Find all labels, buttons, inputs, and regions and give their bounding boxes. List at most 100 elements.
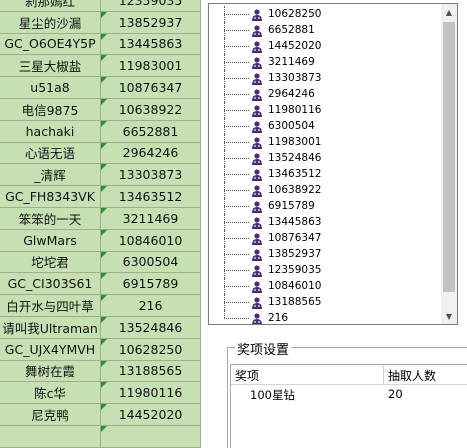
cell-name[interactable]: GC_CI303S61 xyxy=(0,273,101,295)
table-row[interactable]: 刹那嫣红 12359035 xyxy=(0,0,201,12)
cell-name[interactable]: 舞树在霞 xyxy=(0,360,101,382)
cell-number[interactable]: 13852937 xyxy=(101,11,201,33)
tree-item[interactable]: 11980116 xyxy=(209,102,441,118)
cell-name[interactable]: 陈c华 xyxy=(0,382,101,404)
cell-number[interactable]: 13524846 xyxy=(101,317,201,338)
person-icon xyxy=(250,199,264,214)
column-header-count[interactable]: 抽取人数 xyxy=(384,365,467,385)
tree-item[interactable]: 13303873 xyxy=(209,70,441,86)
prize-table[interactable]: 奖项 抽取人数 100星钻 20 xyxy=(230,364,467,448)
table-row[interactable]: 坨坨君 6300504 xyxy=(0,251,201,274)
cell-number[interactable]: 12359035 xyxy=(101,0,201,11)
cell-number[interactable]: 10846010 xyxy=(101,229,201,251)
person-icon xyxy=(250,103,264,118)
tree-item[interactable]: 6915789 xyxy=(209,198,441,214)
table-row[interactable]: 舞树在霞 13188565 xyxy=(0,360,201,383)
table-row[interactable]: 白开水与四叶草 216 xyxy=(0,295,201,317)
table-row[interactable]: 电信9875 10638922 xyxy=(0,99,201,121)
cell-name[interactable]: 坨坨君 xyxy=(0,251,101,273)
cell-number[interactable]: 6915789 xyxy=(101,273,201,295)
table-row[interactable]: 请叫我Ultraman 13524846 xyxy=(0,317,201,339)
tree-item[interactable]: 11983001 xyxy=(209,134,441,150)
cell-name[interactable]: 刹那嫣红 xyxy=(0,0,101,11)
tree-list[interactable]: 10628250 6652881 14452020 3211469 13303873 29… xyxy=(208,3,458,325)
tree-item-label: 13303873 xyxy=(268,72,322,84)
table-row[interactable]: hachaki 6652881 xyxy=(0,120,201,143)
cell-name[interactable]: GC_O6OE4Y5P xyxy=(0,33,101,55)
cell-name[interactable]: 白开水与四叶草 xyxy=(0,295,101,316)
sheet-divider xyxy=(201,0,208,448)
person-icon xyxy=(250,135,264,150)
tree-item[interactable]: 13463512 xyxy=(209,166,441,182)
tree-item[interactable]: 10638922 xyxy=(209,182,441,198)
tree-item-label: 12359035 xyxy=(268,264,322,276)
cell-name[interactable]: 电信9875 xyxy=(0,99,101,120)
table-row[interactable]: 星尘的沙漏 13852937 xyxy=(0,11,201,34)
scroll-down-button[interactable]: ▼ xyxy=(441,308,457,324)
cell-name[interactable]: 笨笨的一天 xyxy=(0,208,101,229)
tree-item[interactable]: 10876347 xyxy=(209,230,441,246)
table-row[interactable]: 三星大椒盐 11983001 xyxy=(0,55,201,78)
tree-item[interactable]: 2964246 xyxy=(209,86,441,102)
cell-name[interactable]: u51a8 xyxy=(0,77,101,98)
cell-number[interactable]: 13445863 xyxy=(101,33,201,55)
tree-item[interactable]: 10846010 xyxy=(209,278,441,294)
cell-name[interactable]: 三星大椒盐 xyxy=(0,55,101,77)
table-row[interactable]: 尼克鸭 14452020 xyxy=(0,404,201,426)
tree-item[interactable]: 14452020 xyxy=(209,38,441,54)
person-icon xyxy=(250,119,264,134)
table-row[interactable]: u51a8 10876347 xyxy=(0,77,201,99)
cell-name[interactable]: 星尘的沙漏 xyxy=(0,11,101,33)
table-row[interactable]: _清辉 13303873 xyxy=(0,164,201,187)
cell-number[interactable]: 10628250 xyxy=(101,338,201,360)
cell-number[interactable]: 216 xyxy=(101,295,201,316)
tree-item[interactable]: 13188565 xyxy=(209,294,441,310)
table-row[interactable]: 心语无语 2964246 xyxy=(0,142,201,165)
cell-number[interactable]: 13463512 xyxy=(101,186,201,207)
table-row[interactable]: 陈c华 11980116 xyxy=(0,382,201,405)
cell-number[interactable]: 3211469 xyxy=(101,208,201,229)
cell-number[interactable]: 10876347 xyxy=(101,77,201,98)
tree-item[interactable]: 10628250 xyxy=(209,6,441,22)
table-row[interactable]: GC_FH8343VK 13463512 xyxy=(0,186,201,208)
table-row[interactable]: GC_CI303S61 6915789 xyxy=(0,273,201,296)
tree-item[interactable]: 216 xyxy=(209,310,441,324)
cell-number[interactable]: 6652881 xyxy=(101,120,201,142)
cell-name[interactable]: GC_UJX4YMVH xyxy=(0,338,101,360)
table-row[interactable]: GC_UJX4YMVH 10628250 xyxy=(0,338,201,361)
scrollbar-thumb[interactable] xyxy=(443,22,455,292)
cell-name[interactable]: _清辉 xyxy=(0,164,101,186)
table-row[interactable]: 笨笨的一天 3211469 xyxy=(0,208,201,230)
cell-name[interactable]: 尼克鸭 xyxy=(0,404,101,425)
cell-name[interactable]: hachaki xyxy=(0,120,101,142)
table-row[interactable]: GlwMars 10846010 xyxy=(0,229,201,252)
prize-row[interactable]: 100星钻 20 xyxy=(231,387,467,405)
cell-name[interactable]: 心语无语 xyxy=(0,142,101,164)
column-header-prize[interactable]: 奖项 xyxy=(231,365,384,385)
person-icon xyxy=(250,279,264,294)
cell-number[interactable]: 11980116 xyxy=(101,382,201,404)
tree-item[interactable]: 12359035 xyxy=(209,262,441,278)
vertical-scrollbar[interactable]: ▲ ▼ xyxy=(441,4,457,324)
cell-name[interactable]: GC_FH8343VK xyxy=(0,186,101,207)
tree-item-label: 6300504 xyxy=(268,120,315,132)
cell-number[interactable]: 13188565 xyxy=(101,360,201,382)
cell-number[interactable]: 2964246 xyxy=(101,142,201,164)
scroll-up-button[interactable]: ▲ xyxy=(441,4,457,20)
cell-number[interactable]: 11983001 xyxy=(101,55,201,77)
tree-item[interactable]: 3211469 xyxy=(209,54,441,70)
person-icon xyxy=(250,231,264,246)
person-icon xyxy=(250,39,264,54)
tree-item[interactable]: 6652881 xyxy=(209,22,441,38)
cell-number[interactable]: 10638922 xyxy=(101,99,201,120)
cell-name[interactable]: 请叫我Ultraman xyxy=(0,317,101,338)
cell-number[interactable]: 6300504 xyxy=(101,251,201,273)
tree-item[interactable]: 13524846 xyxy=(209,150,441,166)
tree-item[interactable]: 13852937 xyxy=(209,246,441,262)
cell-number[interactable]: 13303873 xyxy=(101,164,201,186)
cell-name[interactable]: GlwMars xyxy=(0,229,101,251)
table-row[interactable]: GC_O6OE4Y5P 13445863 xyxy=(0,33,201,56)
tree-item[interactable]: 6300504 xyxy=(209,118,441,134)
cell-number[interactable]: 14452020 xyxy=(101,404,201,425)
tree-item[interactable]: 13445863 xyxy=(209,214,441,230)
